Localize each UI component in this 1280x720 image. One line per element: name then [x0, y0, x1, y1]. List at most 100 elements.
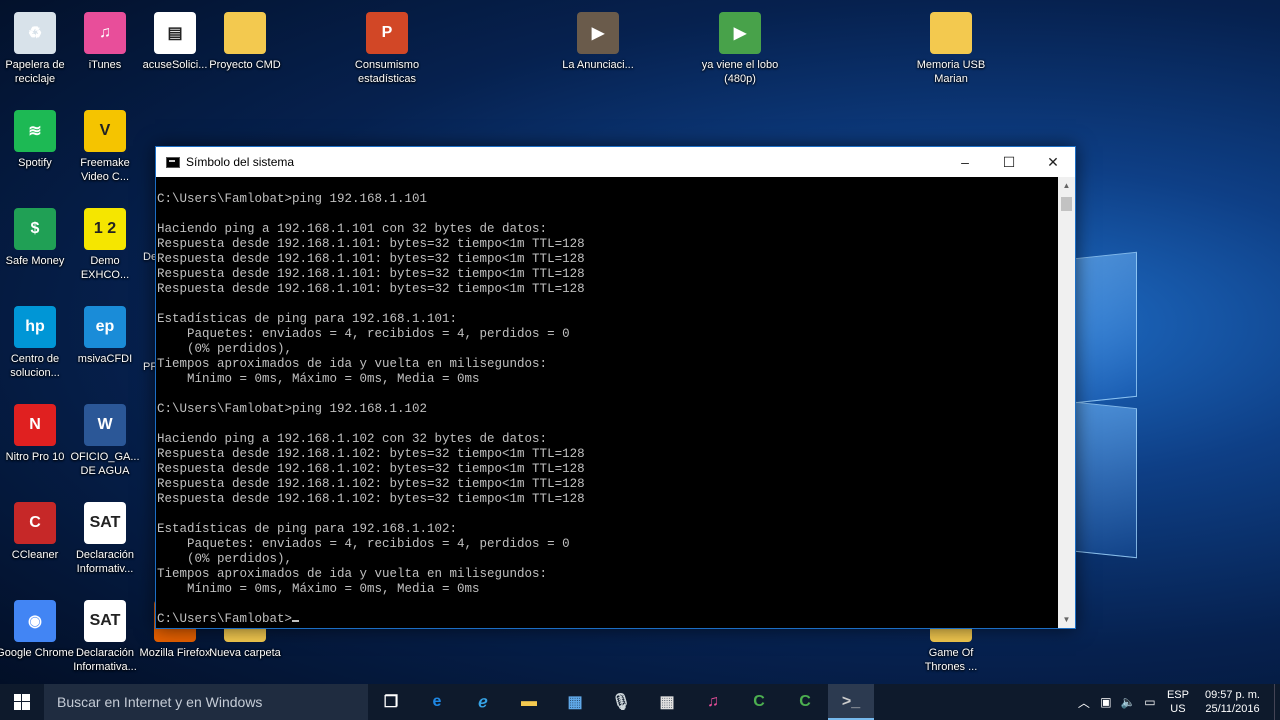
desktop-icon[interactable]: N Nitro Pro 10 — [0, 398, 75, 464]
taskbar-app-button[interactable]: C — [736, 684, 782, 720]
desktop-icon[interactable]: ep msivaCFDI — [65, 300, 145, 366]
desktop-icon[interactable]: SAT Declaración Informativa... — [65, 594, 145, 674]
window-title-bar[interactable]: Símbolo del sistema – ☐ ✕ — [156, 147, 1075, 177]
desktop-icon[interactable]: C CCleaner — [0, 496, 75, 562]
pdf-document-icon: ▤ — [154, 12, 196, 54]
camtasia-icon: C — [753, 693, 765, 710]
chrome-icon: ◉ — [14, 600, 56, 642]
taskbar-app-button[interactable]: ℯ — [460, 684, 506, 720]
desktop-icon[interactable]: Proyecto CMD — [205, 6, 285, 72]
network-icon[interactable]: ▣ — [1095, 695, 1117, 709]
taskbar-app-button[interactable]: e — [414, 684, 460, 720]
volume-icon[interactable]: 🔈 — [1117, 695, 1139, 709]
maximize-button[interactable]: ☐ — [987, 147, 1031, 177]
desktop-icon-label: Freemake Video C... — [80, 157, 130, 183]
file-explorer-icon: ▬ — [521, 693, 537, 710]
taskbar-app-button[interactable]: ▦ — [644, 684, 690, 720]
desktop-icon[interactable]: ♻ Papelera de reciclaje — [0, 6, 75, 86]
command-prompt-icon: >_ — [841, 693, 861, 710]
desktop-icon[interactable]: V Freemake Video C... — [65, 104, 145, 184]
ccleaner-icon: C — [14, 502, 56, 544]
notification-icon[interactable]: ▭ — [1139, 695, 1161, 709]
desktop-icon-label: Declaración Informativa... — [73, 647, 137, 673]
desktop-icon[interactable]: ▶ La Anunciaci... — [558, 6, 638, 72]
show-desktop-button[interactable] — [1274, 684, 1280, 720]
internet-explorer-icon: ℯ — [478, 694, 488, 711]
itunes-icon: ♫ — [707, 693, 719, 710]
safe-money-icon: $ — [14, 208, 56, 250]
taskbar-app-button[interactable]: ▦ — [552, 684, 598, 720]
clock[interactable]: 09:57 p. m. 25/11/2016 — [1205, 688, 1260, 716]
desktop-icon-label: msivaCFDI — [77, 353, 133, 365]
itunes-icon: ♫ — [84, 12, 126, 54]
desktop-icon-label: Demo EXHCO... — [80, 255, 130, 281]
desktop-icon[interactable]: ♫ iTunes — [65, 6, 145, 72]
scroll-thumb[interactable] — [1061, 197, 1072, 211]
desktop-icon-label: Safe Money — [5, 255, 65, 267]
close-button[interactable]: ✕ — [1031, 147, 1075, 177]
desktop-icon-label: Proyecto CMD — [209, 59, 281, 71]
taskbar-app-button[interactable]: ❐ — [368, 684, 414, 720]
folder-icon — [224, 12, 266, 54]
command-prompt-icon — [166, 156, 180, 168]
video-icon: ▶ — [719, 12, 761, 54]
desktop-icon-label: Centro de solucion... — [10, 353, 60, 379]
command-prompt-window[interactable]: Símbolo del sistema – ☐ ✕ C:\Users\Famlo… — [155, 146, 1076, 629]
desktop-icon-label: ya viene el lobo (480p) — [701, 59, 779, 85]
language-indicator[interactable]: ESP US — [1167, 688, 1189, 716]
desktop-icon[interactable]: ▤ acuseSolici... — [135, 6, 215, 72]
desktop-icon-label: Game Of Thrones ... — [924, 647, 978, 673]
desktop-icon-label: Spotify — [18, 157, 52, 169]
hp-icon: hp — [14, 306, 56, 348]
folder-icon — [930, 12, 972, 54]
console-text: C:\Users\Famlobat>ping 192.168.1.101 Hac… — [157, 192, 585, 596]
search-box[interactable]: Buscar en Internet y en Windows — [44, 684, 368, 720]
taskbar-app-button[interactable]: ▬ — [506, 684, 552, 720]
windows-start-icon — [14, 694, 30, 710]
desktop-icon-label: Nitro Pro 10 — [5, 451, 65, 463]
clock-time: 09:57 p. m. — [1204, 689, 1260, 701]
desktop-icon-label: Papelera de reciclaje — [5, 59, 65, 85]
desktop-icon[interactable]: ≋ Spotify — [0, 104, 75, 170]
vertical-scrollbar[interactable]: ▲ ▼ — [1058, 177, 1075, 628]
desktop-icon-label: Nueva carpeta — [209, 647, 281, 659]
taskbar-app-button[interactable]: ♫ — [690, 684, 736, 720]
minimize-button[interactable]: – — [943, 147, 987, 177]
taskbar-app-button[interactable]: 🎙 — [598, 684, 644, 720]
desktop-icon-label: Consumismo estadísticas — [354, 59, 420, 85]
taskbar-app-button[interactable]: C — [782, 684, 828, 720]
desktop-icon[interactable]: 1 2 Demo EXHCO... — [65, 202, 145, 282]
taskbar: Buscar en Internet y en Windows ❐ e ℯ ▬ ▦ 🎙 ▦ ♫… — [0, 684, 1280, 720]
desktop-icon[interactable]: hp Centro de solucion... — [0, 300, 75, 380]
desktop-icon-label: Mozilla Firefox — [139, 647, 211, 659]
taskbar-app-button[interactable]: >_ — [828, 684, 874, 720]
desktop-icon-label: OFICIO_GA... DE AGUA — [70, 451, 140, 477]
scroll-down-icon[interactable]: ▼ — [1058, 611, 1075, 628]
minimize-icon: – — [961, 154, 969, 170]
taskbar-apps: ❐ e ℯ ▬ ▦ 🎙 ▦ ♫ C C >_ — [368, 684, 874, 720]
system-tray: ︿ ▣ 🔈 ▭ ESP US 09:57 p. m. 25/11/2016 — [1073, 684, 1280, 720]
desktop-icon[interactable]: $ Safe Money — [0, 202, 75, 268]
camtasia-recorder-icon: C — [799, 693, 811, 710]
edge-icon: e — [432, 693, 442, 710]
desktop-icon[interactable]: W OFICIO_GA... DE AGUA — [65, 398, 145, 478]
powerpoint-icon: P — [366, 12, 408, 54]
task-view-icon: ❐ — [383, 694, 399, 711]
chevron-up-icon[interactable]: ︿ — [1073, 694, 1095, 711]
desktop-icon-label: Memoria USB Marian — [916, 59, 986, 85]
desktop-icon-label: Declaración Informativ... — [75, 549, 135, 575]
cfdi-icon: ep — [84, 306, 126, 348]
sat-icon: SAT — [84, 502, 126, 544]
start-button[interactable] — [0, 684, 44, 720]
desktop-icon[interactable]: ◉ Google Chrome — [0, 594, 75, 660]
desktop-icon[interactable]: P Consumismo estadísticas — [347, 6, 427, 86]
desktop-icon[interactable]: ▶ ya viene el lobo (480p) — [700, 6, 780, 86]
desktop-icon-label: La Anunciaci... — [562, 59, 634, 71]
console-output[interactable]: C:\Users\Famlobat>ping 192.168.1.101 Hac… — [156, 177, 1058, 628]
desktop-icon[interactable]: SAT Declaración Informativ... — [65, 496, 145, 576]
word-icon: W — [84, 404, 126, 446]
demo-icon: 1 2 — [84, 208, 126, 250]
scroll-up-icon[interactable]: ▲ — [1058, 177, 1075, 194]
freemake-icon: V — [84, 110, 126, 152]
desktop-icon[interactable]: Memoria USB Marian — [911, 6, 991, 86]
